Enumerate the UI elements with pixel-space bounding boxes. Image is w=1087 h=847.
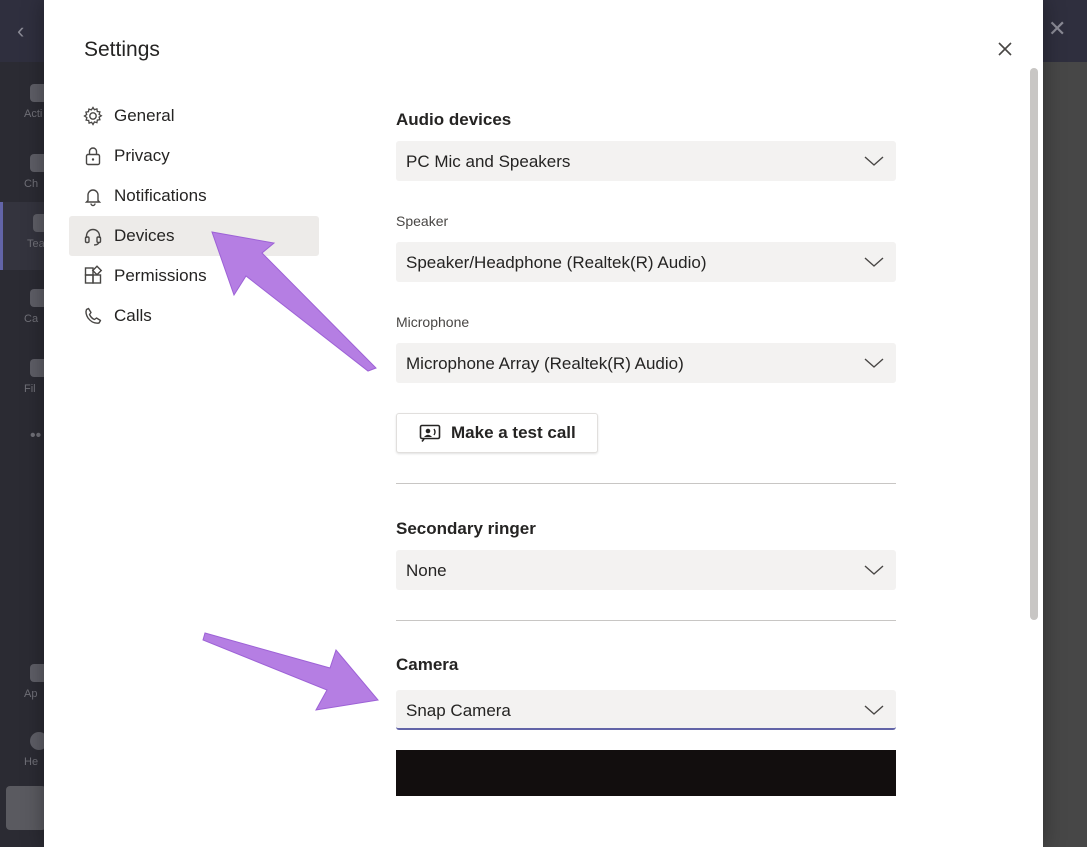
chevron-down-icon bbox=[864, 358, 884, 368]
camera-heading: Camera bbox=[396, 655, 459, 674]
make-test-call-button[interactable]: Make a test call bbox=[396, 413, 598, 453]
speaker-label: Speaker bbox=[396, 213, 449, 229]
phone-icon bbox=[82, 305, 104, 327]
nav-item-general[interactable]: General bbox=[69, 96, 319, 136]
secondary-ringer-heading: Secondary ringer bbox=[396, 519, 536, 538]
speaker-dropdown[interactable]: Speaker/Headphone (Realtek(R) Audio) bbox=[396, 242, 896, 282]
back-arrow-icon: ‹ bbox=[17, 18, 25, 43]
app-main-pane bbox=[1043, 62, 1087, 847]
rail-label: Ca bbox=[24, 313, 39, 325]
close-button[interactable] bbox=[994, 38, 1016, 60]
chevron-down-icon bbox=[864, 257, 884, 267]
nav-item-calls[interactable]: Calls bbox=[69, 296, 319, 336]
nav-label: Calls bbox=[114, 306, 152, 325]
dropdown-value: None bbox=[406, 561, 447, 580]
device-icon bbox=[6, 786, 46, 830]
chevron-down-icon bbox=[864, 565, 884, 575]
divider bbox=[396, 483, 896, 484]
rail-label: Ap bbox=[24, 688, 38, 700]
camera-preview bbox=[396, 750, 896, 796]
nav-item-privacy[interactable]: Privacy bbox=[69, 136, 319, 176]
nav-item-permissions[interactable]: Permissions bbox=[69, 256, 319, 296]
dropdown-value: Speaker/Headphone (Realtek(R) Audio) bbox=[406, 253, 707, 272]
rail-label: Fil bbox=[24, 383, 36, 395]
nav-label: General bbox=[114, 106, 175, 125]
microphone-label: Microphone bbox=[396, 314, 470, 330]
nav-label: Devices bbox=[114, 226, 175, 245]
audio-device-dropdown[interactable]: PC Mic and Speakers bbox=[396, 141, 896, 181]
test-call-icon bbox=[419, 424, 441, 442]
button-label: Make a test call bbox=[451, 423, 576, 442]
dropdown-value: Snap Camera bbox=[406, 701, 511, 720]
rail-label: He bbox=[24, 756, 39, 768]
chevron-down-icon bbox=[864, 156, 884, 166]
nav-label: Notifications bbox=[114, 186, 207, 205]
app-close-icon: ✕ bbox=[1048, 16, 1067, 41]
scrollbar[interactable] bbox=[1030, 68, 1038, 620]
dropdown-value: PC Mic and Speakers bbox=[406, 152, 571, 171]
dialog-title: Settings bbox=[84, 38, 160, 61]
more-dots-icon: •• bbox=[30, 427, 42, 444]
close-icon bbox=[998, 42, 1012, 56]
microphone-dropdown[interactable]: Microphone Array (Realtek(R) Audio) bbox=[396, 343, 896, 383]
permissions-icon bbox=[82, 265, 104, 287]
dropdown-value: Microphone Array (Realtek(R) Audio) bbox=[406, 354, 684, 373]
nav-item-devices[interactable]: Devices bbox=[69, 216, 319, 256]
nav-label: Privacy bbox=[114, 146, 170, 165]
secondary-ringer-dropdown[interactable]: None bbox=[396, 550, 896, 590]
rail-label: Acti bbox=[24, 108, 43, 120]
nav-label: Permissions bbox=[114, 266, 207, 285]
audio-devices-heading: Audio devices bbox=[396, 110, 512, 129]
lock-icon bbox=[82, 145, 104, 167]
camera-dropdown[interactable]: Snap Camera bbox=[396, 690, 896, 730]
chevron-down-icon bbox=[864, 705, 884, 715]
bell-icon bbox=[82, 185, 104, 207]
divider bbox=[396, 620, 896, 621]
settings-dialog: Settings General Privacy Notifications D… bbox=[44, 0, 1043, 847]
gear-icon bbox=[82, 105, 104, 127]
headset-icon bbox=[82, 225, 104, 247]
rail-label: Ch bbox=[24, 178, 39, 190]
nav-item-notifications[interactable]: Notifications bbox=[69, 176, 319, 216]
